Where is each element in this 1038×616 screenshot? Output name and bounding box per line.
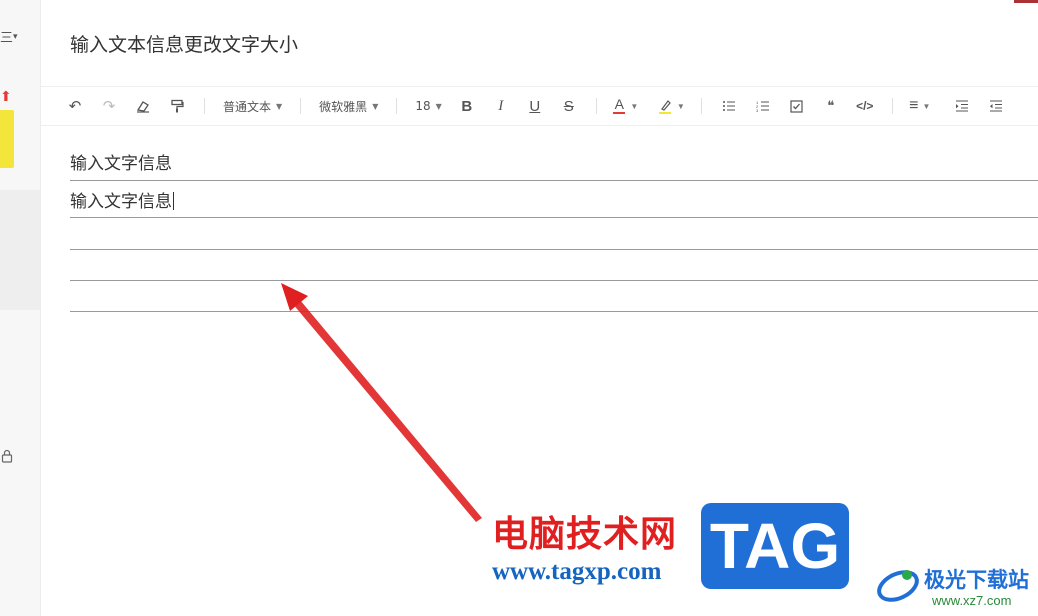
watermark-brand-url: www.xz7.com	[932, 593, 1012, 608]
brand-logo-icon	[877, 570, 919, 602]
watermark-site-name: 电脑技术网	[492, 514, 678, 555]
watermark-site-url: www.tagxp.com	[492, 558, 662, 585]
watermark-brand-name: 极光下载站	[924, 568, 1029, 592]
watermark-tag-logo: TAG	[701, 503, 849, 589]
